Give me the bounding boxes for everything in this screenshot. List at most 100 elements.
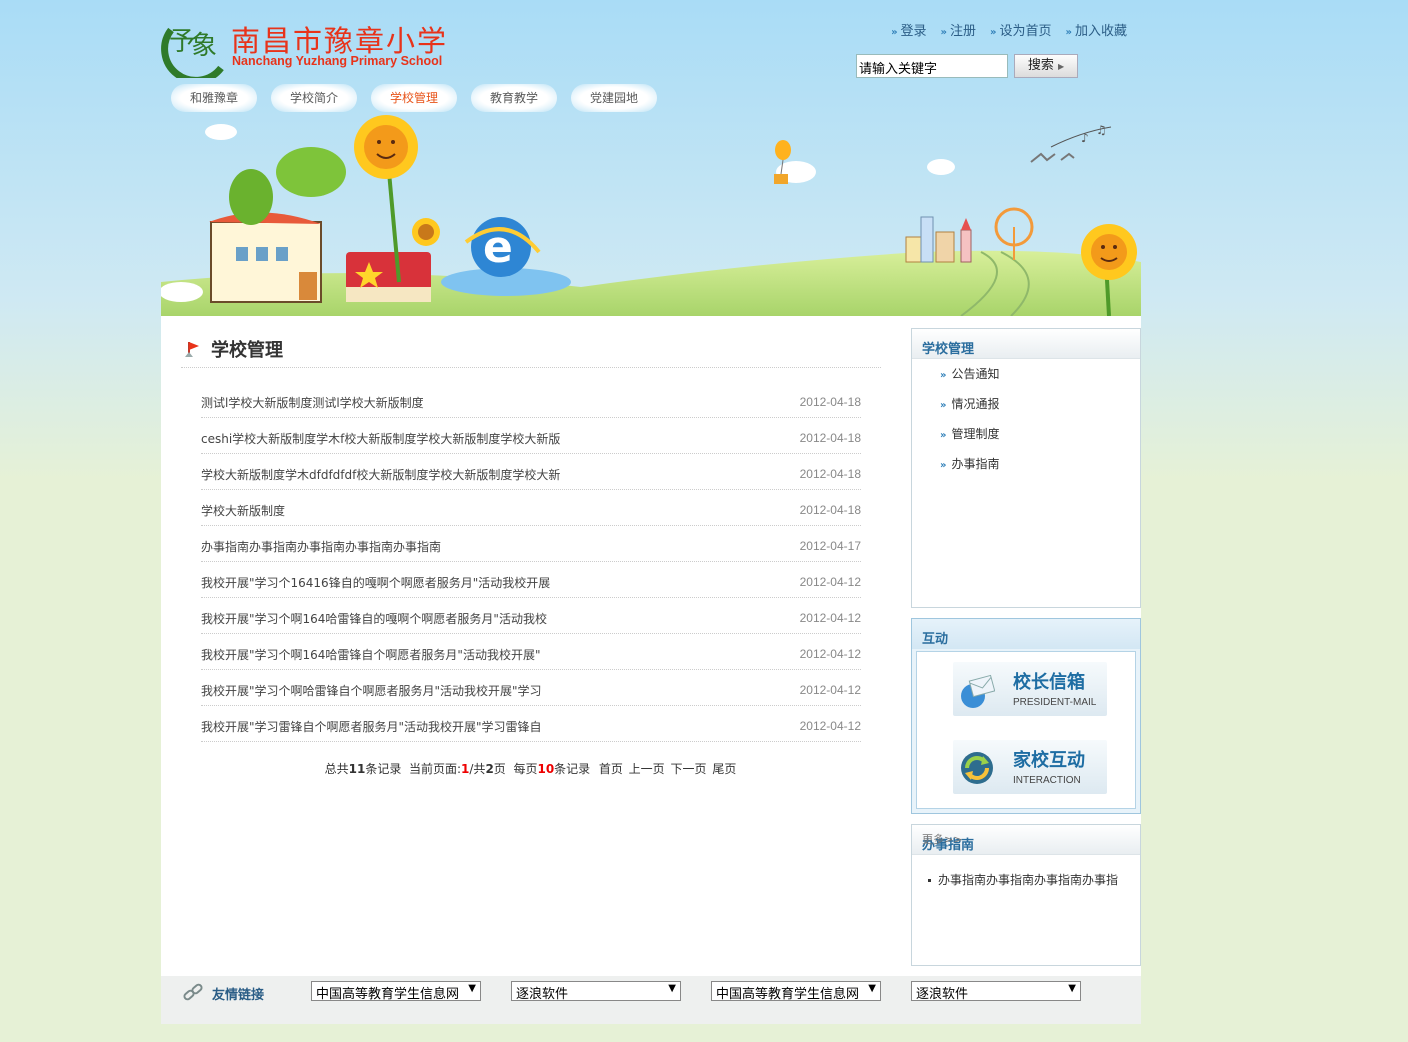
select-value: 中国高等教育学生信息网: [316, 987, 460, 1001]
dropdown-arrow-icon: ▼: [468, 983, 476, 994]
double-chevron-icon: »: [940, 430, 947, 441]
select-value: 中国高等教育学生信息网: [716, 987, 860, 1001]
flag-icon: [185, 342, 199, 357]
link-chain-icon: [183, 983, 203, 1001]
double-chevron-icon: »: [990, 27, 997, 38]
interaction-box-header: 互动: [912, 619, 1140, 649]
nav-item-party[interactable]: 党建园地: [571, 84, 657, 112]
article-title[interactable]: 我校开展"学习个啊164哈雷锋自的嘎啊个啊愿者服务月"活动我校: [201, 610, 547, 627]
pager-per-page: 10: [537, 762, 555, 776]
home-school-button[interactable]: 家校互动 INTERACTION: [953, 740, 1107, 794]
guide-list: 办事指南办事指南办事指南办事指: [912, 855, 1140, 888]
article-date: 2012-04-12: [799, 611, 861, 625]
list-item[interactable]: 测试l学校大新版制度测试l学校大新版制度 2012-04-18: [201, 382, 861, 418]
add-favorite-link[interactable]: » 加入收藏: [1066, 20, 1127, 39]
nav-item-heya[interactable]: 和雅豫章: [171, 84, 257, 112]
dropdown-arrow-icon: ▼: [668, 983, 676, 994]
register-link[interactable]: » 注册: [941, 20, 976, 39]
logo-mark-icon: 予 象: [161, 27, 224, 78]
header: 予 象 南昌市豫章小学 Nanchang Yuzhang Primary Sch…: [161, 0, 1141, 316]
refresh-icon: [961, 752, 993, 784]
article-date: 2012-04-18: [799, 431, 861, 445]
search-input[interactable]: 请输入关键字: [856, 54, 1008, 78]
article-date: 2012-04-12: [799, 683, 861, 697]
pager-text: 每页: [513, 762, 538, 776]
mail-icon: [961, 674, 995, 708]
list-item[interactable]: 学校大新版制度学木dfdfdfdf校大新版制度学校大新版制度学校大新 2012-0…: [201, 454, 861, 490]
school-logo[interactable]: 予 象 南昌市豫章小学 Nanchang Yuzhang Primary Sch…: [161, 8, 461, 78]
dropdown-arrow-icon: ▼: [868, 983, 876, 994]
nav-item-management[interactable]: 学校管理: [371, 84, 457, 112]
sidebar-item-label: 管理制度: [951, 427, 1000, 441]
article-title[interactable]: 我校开展"学习个16416锋自的嘎啊个啊愿者服务月"活动我校开展: [201, 574, 550, 591]
more-link[interactable]: 更多>>: [922, 831, 1130, 847]
guide-box-header: 办事指南 更多>>: [912, 825, 1140, 855]
friend-link-select-1[interactable]: 中国高等教育学生信息网 ▼: [311, 981, 481, 1001]
search-button[interactable]: 搜索 ▶: [1014, 54, 1078, 78]
president-mail-cn: 校长信箱: [1013, 672, 1085, 693]
pager-prev[interactable]: 上一页: [629, 762, 665, 776]
list-item[interactable]: 我校开展"学习个啊164哈雷锋自的嘎啊个啊愿者服务月"活动我校 2012-04-1…: [201, 598, 861, 634]
pager-text: 总共: [324, 762, 349, 776]
friend-link-select-2[interactable]: 逐浪软件 ▼: [511, 981, 681, 1001]
double-chevron-icon: »: [891, 27, 898, 38]
nav-item-intro[interactable]: 学校简介: [271, 84, 357, 112]
article-date: 2012-04-18: [799, 467, 861, 481]
top-links: » 登录 » 注册 » 设为首页 » 加入收藏: [891, 20, 1127, 39]
guide-item-label: 办事指南办事指南办事指南办事指: [938, 873, 1119, 887]
pager-first[interactable]: 首页: [599, 762, 623, 776]
play-arrow-icon: ▶: [1058, 62, 1065, 71]
login-link[interactable]: » 登录: [891, 20, 926, 39]
double-chevron-icon: »: [940, 27, 948, 38]
pager-text: 条记录: [365, 762, 402, 776]
list-item[interactable]: 学校大新版制度 2012-04-18: [201, 490, 861, 526]
list-item[interactable]: 办事指南办事指南办事指南办事指南办事指南 2012-04-17: [201, 526, 861, 562]
list-item[interactable]: 我校开展"学习个16416锋自的嘎啊个啊愿者服务月"活动我校开展 2012-04-…: [201, 562, 861, 598]
pager-text: 当前页面:: [408, 762, 462, 776]
double-chevron-icon: »: [1065, 27, 1072, 38]
list-item[interactable]: 办事指南办事指南办事指南办事指: [928, 871, 1140, 888]
friend-links-title: 友情链接: [212, 988, 265, 1003]
login-label: 登录: [900, 24, 927, 39]
set-homepage-label: 设为首页: [999, 24, 1052, 39]
list-item[interactable]: 我校开展"学习雷锋自个啊愿者服务月"活动我校开展"学习雷锋自 2012-04-12: [201, 706, 861, 742]
article-title[interactable]: 学校大新版制度: [201, 502, 285, 519]
article-title[interactable]: 我校开展"学习个啊164哈雷锋自个啊愿者服务月"活动我校开展": [201, 646, 540, 663]
sidebar-item-report[interactable]: » 情况通报: [940, 393, 1140, 423]
category-box-title: 学校管理: [922, 342, 975, 357]
friend-link-select-3[interactable]: 中国高等教育学生信息网 ▼: [711, 981, 881, 1001]
list-item[interactable]: ceshi学校大新版制度学木f校大新版制度学校大新版制度学校大新版 2012-04…: [201, 418, 861, 454]
sidebar-item-rules[interactable]: » 管理制度: [940, 423, 1140, 453]
article-list: 测试l学校大新版制度测试l学校大新版制度 2012-04-18 ceshi学校大新…: [201, 382, 861, 742]
category-list: » 公告通知 » 情况通报 » 管理制度 » 办事指南: [912, 359, 1140, 483]
article-title[interactable]: ceshi学校大新版制度学木f校大新版制度学校大新版制度学校大新版: [201, 430, 560, 447]
home-school-en: INTERACTION: [1013, 775, 1081, 786]
article-title[interactable]: 我校开展"学习个啊哈雷锋自个啊愿者服务月"活动我校开展"学习: [201, 682, 542, 699]
article-title[interactable]: 测试l学校大新版制度测试l学校大新版制度: [201, 394, 424, 411]
list-item[interactable]: 我校开展"学习个啊164哈雷锋自个啊愿者服务月"活动我校开展" 2012-04-1…: [201, 634, 861, 670]
double-chevron-icon: »: [940, 460, 947, 471]
sidebar-item-guide[interactable]: » 办事指南: [940, 453, 1140, 483]
nav-item-education[interactable]: 教育教学: [471, 84, 557, 112]
president-mail-button[interactable]: 校长信箱 PRESIDENT-MAIL: [953, 662, 1107, 716]
article-title[interactable]: 学校大新版制度学木dfdfdfdf校大新版制度学校大新版制度学校大新: [201, 466, 560, 483]
pager-next[interactable]: 下一页: [671, 762, 707, 776]
sidebar-item-notice[interactable]: » 公告通知: [940, 363, 1140, 393]
double-chevron-icon: »: [940, 370, 947, 381]
register-label: 注册: [950, 24, 977, 39]
section-title: 学校管理: [211, 340, 283, 361]
pager-last[interactable]: 尾页: [712, 762, 736, 776]
article-title[interactable]: 我校开展"学习雷锋自个啊愿者服务月"活动我校开展"学习雷锋自: [201, 718, 542, 735]
svg-text:♪: ♪: [1081, 131, 1089, 145]
pager-pages: 2: [485, 762, 494, 776]
article-title[interactable]: 办事指南办事指南办事指南办事指南办事指南: [201, 538, 441, 555]
article-date: 2012-04-17: [799, 539, 861, 553]
list-item[interactable]: 我校开展"学习个啊哈雷锋自个啊愿者服务月"活动我校开展"学习 2012-04-12: [201, 670, 861, 706]
select-value: 逐浪软件: [916, 987, 969, 1001]
friend-link-select-4[interactable]: 逐浪软件 ▼: [911, 981, 1081, 1001]
article-date: 2012-04-18: [799, 503, 861, 517]
set-homepage-link[interactable]: » 设为首页: [990, 20, 1051, 39]
pager-text: /共: [469, 762, 486, 776]
main-nav: 和雅豫章 学校简介 学校管理 教育教学 党建园地: [171, 84, 657, 112]
pager-text: 条记录: [554, 762, 591, 776]
